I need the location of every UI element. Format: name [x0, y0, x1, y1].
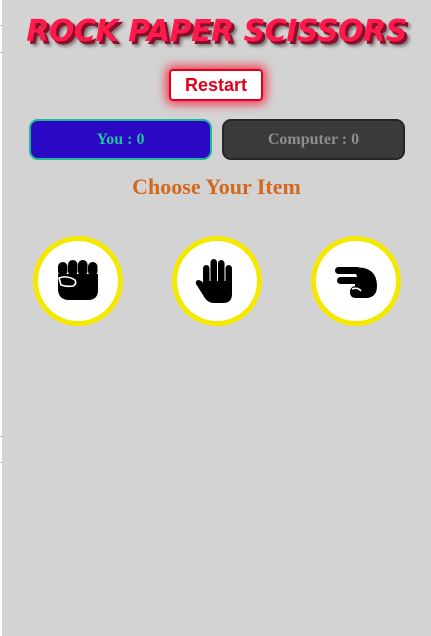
game-container: ROCK PAPER SCISSORS Restart You : 0 Comp… — [2, 0, 431, 636]
game-title: ROCK PAPER SCISSORS — [26, 14, 407, 49]
rock-choice-button[interactable]: rock — [33, 236, 123, 326]
choose-item-heading: Choose Your Item — [132, 174, 301, 199]
open-hand-icon — [195, 259, 232, 303]
restart-button[interactable]: Restart — [169, 69, 263, 101]
fist-icon — [58, 260, 98, 300]
computer-score-badge: Computer : 0 — [222, 119, 405, 160]
peace-hand-icon — [335, 267, 377, 298]
scissors-choice-button[interactable]: scissors — [311, 236, 401, 326]
player-score-badge: You : 0 — [29, 119, 212, 160]
paper-choice-button[interactable]: paper — [172, 236, 262, 326]
